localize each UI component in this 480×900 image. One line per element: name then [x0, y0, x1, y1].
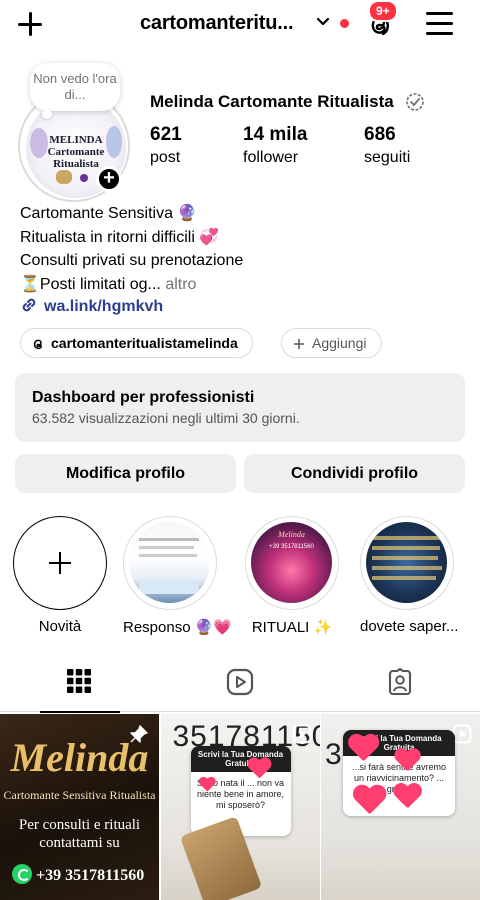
- professional-dashboard[interactable]: Dashboard per professionisti 63.582 visu…: [15, 373, 465, 442]
- link-icon: [22, 298, 36, 312]
- grid-post[interactable]: Melinda Cartomante Sensitiva Ritualista …: [0, 714, 159, 900]
- post-phone-number: +39 3517811560: [36, 867, 145, 884]
- bio: Cartomante Sensitiva 🔮 Ritualista in rit…: [20, 202, 243, 296]
- post-text-line: contattami su: [39, 835, 120, 851]
- stat-posts[interactable]: 621 post: [150, 124, 182, 170]
- edit-profile-button[interactable]: Modifica profilo: [15, 454, 236, 493]
- post-text: Per consulti e rituali contattami su: [0, 816, 159, 852]
- reels-icon: [226, 668, 254, 696]
- add-story-icon[interactable]: +: [96, 166, 122, 192]
- avatar-text-line: Cartomante: [47, 146, 105, 158]
- profile-link-text: wa.link/hgmkvh: [44, 298, 164, 315]
- notification-badge: 9+: [368, 0, 398, 22]
- profile-link[interactable]: wa.link/hgmkvh: [20, 296, 163, 316]
- stat-following[interactable]: 686 seguiti: [364, 124, 410, 170]
- reel-indicator-icon: [452, 724, 472, 744]
- grid-post[interactable]: 3 Scrivi la Tua Domanda Gratuita ...si f…: [321, 714, 480, 900]
- bio-more-link[interactable]: altro: [165, 276, 196, 293]
- account-username[interactable]: cartomanteritu...: [140, 12, 294, 35]
- reel-indicator-icon: [292, 724, 311, 744]
- post-phone: +39 3517811560: [12, 864, 144, 885]
- highlight-new[interactable]: Novità: [13, 516, 107, 635]
- tab-tagged[interactable]: [320, 666, 480, 712]
- tab-reels[interactable]: [160, 666, 320, 712]
- highlight-rituali[interactable]: +39 3517811560 Melinda RITUALI ✨: [245, 516, 339, 636]
- note-bubble[interactable]: Non vedo l'ora di...: [30, 63, 120, 119]
- chevron-down-icon[interactable]: [315, 14, 331, 30]
- new-highlight-plus-icon: [13, 516, 107, 610]
- threads-handle: cartomanteritualistamelinda: [51, 335, 238, 351]
- heart-sticker-icon: [198, 777, 215, 792]
- question-card-header: Scrivi la Tua Domanda Gratuita: [190, 746, 291, 772]
- highlight-label: RITUALI ✨: [251, 619, 333, 636]
- grid-post[interactable]: 351781150 Scrivi la Tua Domanda Gratuita…: [160, 714, 320, 900]
- share-profile-button[interactable]: Condividi profilo: [244, 454, 465, 493]
- stat-label: follower: [243, 149, 299, 166]
- post-number-text: 3: [325, 738, 343, 771]
- heart-sticker-icon: [394, 749, 420, 773]
- stat-label: seguiti: [364, 149, 411, 166]
- posts-grid: Melinda Cartomante Sensitiva Ritualista …: [0, 714, 480, 900]
- stat-value: 686: [364, 124, 396, 145]
- post-subtitle: Cartomante Sensitiva Ritualista: [3, 788, 156, 802]
- highlight-cover: [366, 522, 447, 603]
- add-button[interactable]: Aggiungi: [281, 328, 382, 358]
- top-bar: cartomanteritu... 9+: [0, 0, 480, 50]
- tagged-icon: [388, 668, 412, 696]
- dashboard-title: Dashboard per professionisti: [32, 389, 255, 406]
- heart-sticker-icon: [247, 758, 271, 780]
- tab-posts-grid[interactable]: [0, 666, 160, 713]
- grid-icon: [67, 669, 91, 693]
- avatar-text-line: MELINDA: [49, 134, 103, 146]
- stat-value: 14 mila: [243, 124, 308, 145]
- bio-line: Cartomante Sensitiva 🔮: [20, 205, 198, 222]
- post-text-line: Per consulti e rituali: [18, 817, 141, 833]
- highlight-label: Responso 🔮💗: [123, 619, 233, 636]
- bio-line: ⏳Posti limitati og...: [20, 275, 161, 293]
- stat-label: post: [150, 149, 181, 166]
- plus-icon: [294, 339, 304, 349]
- post-title: Melinda: [10, 735, 149, 780]
- highlight-responso[interactable]: Responso 🔮💗: [123, 516, 233, 636]
- highlight-label: Novità: [38, 618, 82, 635]
- heart-sticker-icon: [352, 786, 386, 817]
- heart-sticker-icon: [393, 784, 422, 810]
- threads-icon: [33, 339, 42, 350]
- plus-icon[interactable]: [14, 8, 46, 40]
- stat-value: 621: [150, 124, 182, 145]
- highlight-label: dovete saper...: [360, 618, 459, 635]
- bio-line: Ritualista in ritorni difficili 💞: [20, 228, 220, 246]
- dashboard-subtitle: 63.582 visualizzazioni negli ultimi 30 g…: [32, 410, 300, 426]
- content-tabs: [0, 658, 480, 713]
- heart-sticker-icon: [347, 735, 378, 764]
- menu-icon[interactable]: [426, 12, 454, 36]
- unread-dot: [340, 19, 349, 28]
- stat-followers[interactable]: 14 mila follower: [243, 124, 307, 170]
- whatsapp-icon: [12, 864, 32, 884]
- display-name: Melinda Cartomante Ritualista: [150, 92, 394, 111]
- highlight-dovete-sapere[interactable]: dovete saper...: [360, 516, 459, 635]
- bio-line: Consulti privati su prenotazione: [20, 252, 244, 269]
- threads-badge-icon: [406, 93, 424, 111]
- highlight-cover: [129, 522, 210, 603]
- threads-profile-pill[interactable]: cartomanteritualistamelinda: [20, 328, 253, 358]
- add-label: Aggiungi: [312, 335, 367, 351]
- highlight-cover: +39 3517811560 Melinda: [251, 522, 332, 603]
